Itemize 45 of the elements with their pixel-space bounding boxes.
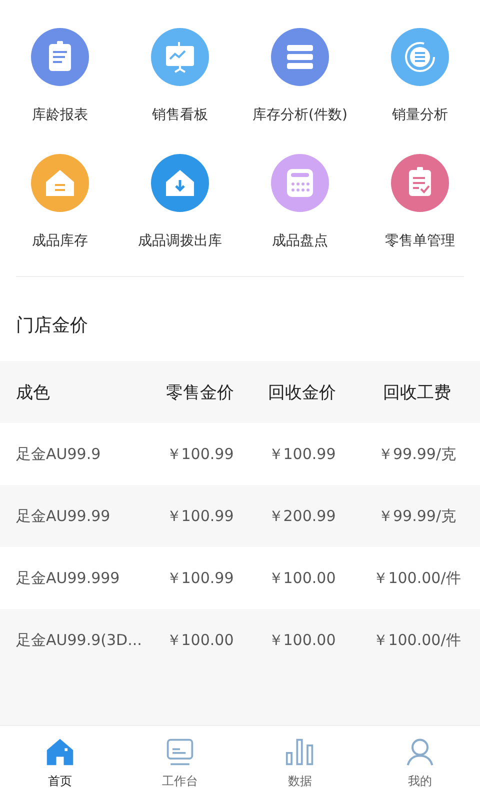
shortcut-item[interactable]: 销量分析: [360, 28, 480, 126]
shortcut-label: 成品调拨出库: [138, 232, 222, 251]
shortcut-label: 销量分析: [392, 106, 448, 125]
table-cell-text: ￥100.00/件: [372, 568, 462, 588]
shortcut-item[interactable]: 零售单管理: [360, 154, 480, 252]
table-cell-text: ￥99.99/克: [377, 444, 457, 464]
tab[interactable]: 工作台: [120, 726, 240, 800]
monitor-icon: [165, 736, 195, 766]
column-header: 零售金价: [165, 382, 235, 404]
table-cell-text: ￥100.99: [165, 444, 235, 464]
shortcut-label: 库存分析(件数): [252, 106, 348, 125]
tab[interactable]: 数据: [240, 726, 360, 800]
column-header: 成色: [15, 382, 51, 404]
shortcut-label: 库龄报表: [32, 106, 88, 125]
shortcut-label: 成品盘点: [272, 232, 328, 251]
shortcut-item[interactable]: 成品库存: [0, 154, 120, 252]
shortcut-label: 零售单管理: [385, 232, 455, 251]
table-cell-text: ￥100.00: [165, 630, 235, 650]
table-cell-text: 足金AU99.9: [15, 444, 102, 464]
bar-chart-icon: [285, 736, 315, 766]
tab[interactable]: 首页: [0, 726, 120, 800]
table-cell-text: ￥100.00/件: [372, 630, 462, 650]
table-cell-text: ￥100.00: [267, 630, 337, 650]
shortcut-label: 销售看板: [152, 106, 208, 125]
shortcut-item[interactable]: 库龄报表: [0, 28, 120, 126]
shortcut-item[interactable]: 销售看板: [120, 28, 240, 126]
table-cell-text: ￥200.99: [267, 506, 337, 526]
table-cell-text: 足金AU99.9(3D...: [15, 630, 143, 650]
shortcut-item[interactable]: 库存分析(件数): [240, 28, 360, 126]
shortcut-label: 成品库存: [32, 232, 88, 251]
table-cell-text: ￥100.00: [267, 568, 337, 588]
table-cell-text: ￥99.99/克: [377, 506, 457, 526]
shortcut-item[interactable]: 成品盘点: [240, 154, 360, 252]
shortcut-item[interactable]: 成品调拨出库: [120, 154, 240, 252]
home-icon: [45, 736, 75, 766]
table-cell-text: ￥100.99: [267, 444, 337, 464]
table-cell-text: 足金AU99.99: [15, 506, 112, 526]
column-header: 回收工费: [382, 382, 452, 404]
section-title: 门店金价: [15, 314, 89, 338]
table-cell-text: ￥100.99: [165, 568, 235, 588]
person-icon: [405, 736, 435, 766]
table-cell-text: ￥100.99: [165, 506, 235, 526]
table-cell-text: 足金AU99.999: [15, 568, 121, 588]
column-header: 回收金价: [267, 382, 337, 404]
tab[interactable]: 我的: [360, 726, 480, 800]
